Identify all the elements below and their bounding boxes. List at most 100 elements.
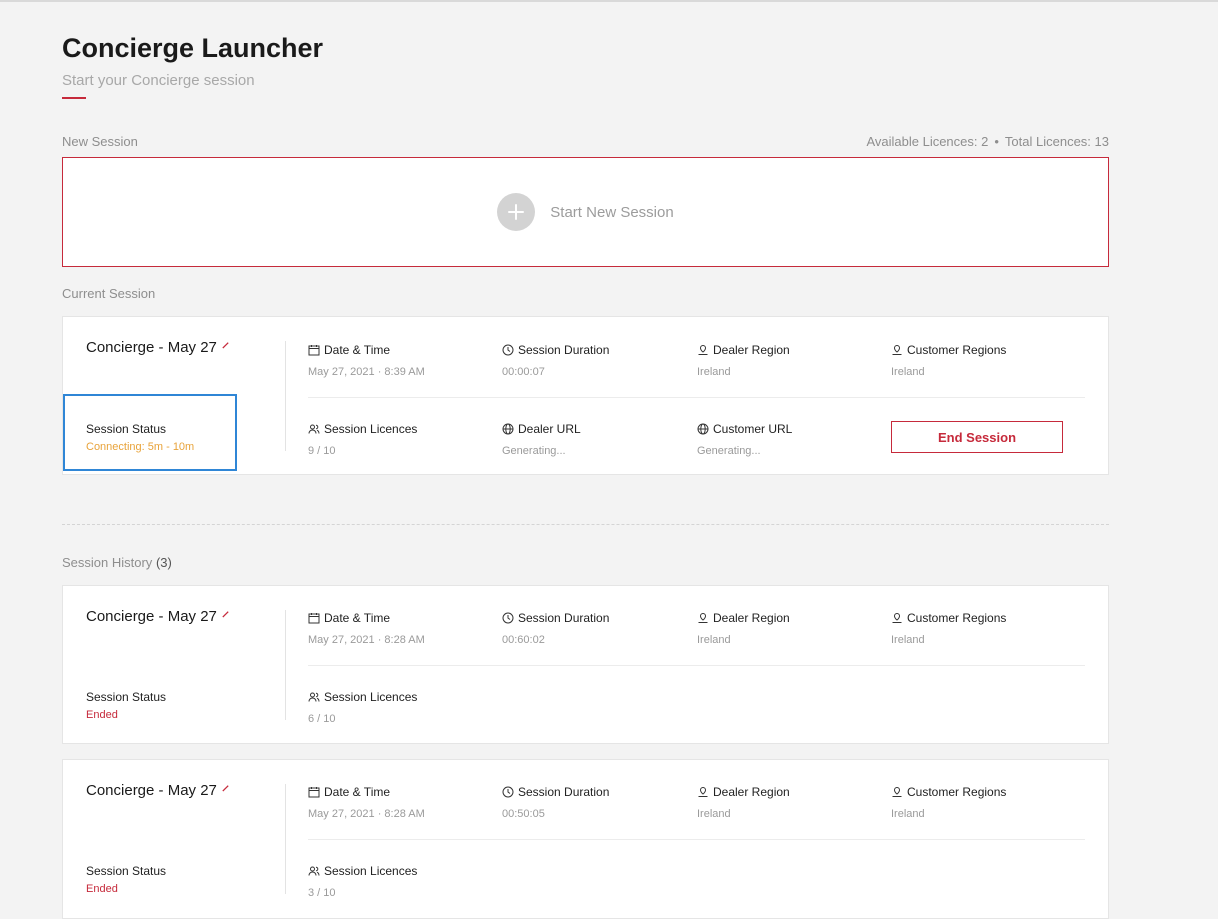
history-session-card: Concierge - May 27 Session Status Ended … xyxy=(62,759,1109,919)
field-date-time: Date & Time May 27, 2021 · 8:28 AM xyxy=(308,785,425,820)
clock-icon xyxy=(502,612,514,624)
licence-separator: • xyxy=(994,134,999,149)
section-separator xyxy=(62,524,1109,525)
dealer-region-value: Ireland xyxy=(697,366,731,378)
session-name-text: Concierge - May 27 xyxy=(86,782,217,799)
session-status: Session Status Ended xyxy=(86,690,166,721)
field-session-duration: Session Duration 00:60:02 xyxy=(502,611,609,646)
session-history-label: Session History (3) xyxy=(62,555,172,570)
customer-regions-value: Ireland xyxy=(891,634,925,646)
available-licences: Available Licences: 2 xyxy=(866,134,989,149)
date-time-value: May 27, 2021 · 8:39 AM xyxy=(308,366,425,378)
field-session-licences: Session Licences 6 / 10 xyxy=(308,690,417,725)
session-licences-label: Session Licences xyxy=(324,422,418,436)
field-session-duration: Session Duration 00:00:07 xyxy=(502,343,609,378)
card-vertical-divider xyxy=(285,784,286,894)
field-date-time: Date & Time May 27, 2021 · 8:39 AM xyxy=(308,343,425,378)
session-duration-label: Session Duration xyxy=(518,785,610,799)
customer-regions-label: Customer Regions xyxy=(907,611,1007,625)
page-subtitle: Start your Concierge session xyxy=(62,72,255,89)
session-status-label: Session Status xyxy=(86,690,167,704)
session-licences-value: 6 / 10 xyxy=(308,713,336,725)
session-status: Session Status Connecting: 5m - 10m xyxy=(86,422,194,453)
date-time-label: Date & Time xyxy=(324,785,391,799)
plus-icon xyxy=(497,193,536,231)
calendar-icon xyxy=(308,344,320,356)
session-status-value: Ended xyxy=(86,883,118,895)
date-time-value: May 27, 2021 · 8:28 AM xyxy=(308,634,425,646)
location-pin-icon xyxy=(697,612,709,624)
session-name: Concierge - May 27 xyxy=(86,339,230,356)
field-date-time: Date & Time May 27, 2021 · 8:28 AM xyxy=(308,611,425,646)
top-border xyxy=(0,0,1218,2)
globe-icon xyxy=(502,423,514,435)
session-name-text: Concierge - May 27 xyxy=(86,608,217,625)
row-divider xyxy=(308,839,1085,840)
field-session-licences: Session Licences 9 / 10 xyxy=(308,422,417,457)
customer-regions-value: Ireland xyxy=(891,366,925,378)
clock-icon xyxy=(502,786,514,798)
calendar-icon xyxy=(308,786,320,798)
dealer-region-label: Dealer Region xyxy=(713,785,790,799)
total-licences: Total Licences: 13 xyxy=(1004,134,1109,149)
new-session-label: New Session xyxy=(62,134,138,149)
field-customer-regions: Customer Regions Ireland xyxy=(891,343,1006,378)
session-history-title: Session History xyxy=(62,555,153,570)
end-session-button[interactable]: End Session xyxy=(891,421,1063,453)
field-dealer-region: Dealer Region Ireland xyxy=(697,785,790,820)
pencil-icon[interactable] xyxy=(221,605,230,622)
session-licences-label: Session Licences xyxy=(324,690,418,704)
customer-regions-label: Customer Regions xyxy=(907,785,1007,799)
dealer-url-value: Generating... xyxy=(502,445,566,457)
customer-url-value: Generating... xyxy=(697,445,761,457)
pencil-icon[interactable] xyxy=(221,336,230,353)
field-customer-url: Customer URL Generating... xyxy=(697,422,792,457)
location-pin-icon xyxy=(891,612,903,624)
field-session-licences: Session Licences 3 / 10 xyxy=(308,864,417,899)
session-duration-value: 00:50:05 xyxy=(502,808,545,820)
date-time-value: May 27, 2021 · 8:28 AM xyxy=(308,808,425,820)
globe-icon xyxy=(697,423,709,435)
dealer-region-label: Dealer Region xyxy=(713,343,790,357)
date-time-label: Date & Time xyxy=(324,343,391,357)
card-vertical-divider xyxy=(285,610,286,720)
session-name: Concierge - May 27 xyxy=(86,608,230,625)
pencil-icon[interactable] xyxy=(221,779,230,796)
field-session-duration: Session Duration 00:50:05 xyxy=(502,785,609,820)
session-duration-value: 00:00:07 xyxy=(502,366,545,378)
customer-regions-value: Ireland xyxy=(891,808,925,820)
field-dealer-region: Dealer Region Ireland xyxy=(697,611,790,646)
dealer-region-label: Dealer Region xyxy=(713,611,790,625)
location-pin-icon xyxy=(891,786,903,798)
date-time-label: Date & Time xyxy=(324,611,391,625)
dealer-url-label: Dealer URL xyxy=(518,422,581,436)
session-status: Session Status Ended xyxy=(86,864,166,895)
session-status-value: Connecting: 5m - 10m xyxy=(86,441,195,453)
location-pin-icon xyxy=(891,344,903,356)
clock-icon xyxy=(502,344,514,356)
page-title: Concierge Launcher xyxy=(62,33,324,63)
session-duration-label: Session Duration xyxy=(518,343,610,357)
start-new-session-label: Start New Session xyxy=(550,203,674,221)
session-name: Concierge - May 27 xyxy=(86,782,230,799)
calendar-icon xyxy=(308,612,320,624)
location-pin-icon xyxy=(697,786,709,798)
field-customer-regions: Customer Regions Ireland xyxy=(891,611,1006,646)
field-dealer-region: Dealer Region Ireland xyxy=(697,343,790,378)
session-status-label: Session Status xyxy=(86,864,167,878)
field-customer-regions: Customer Regions Ireland xyxy=(891,785,1006,820)
row-divider xyxy=(308,665,1085,666)
start-new-session-button[interactable]: Start New Session xyxy=(62,157,1109,267)
session-name-text: Concierge - May 27 xyxy=(86,339,217,356)
session-history-count: (3) xyxy=(155,555,172,570)
current-session-card: Concierge - May 27 Session Status Connec… xyxy=(62,316,1109,475)
licence-summary: Available Licences: 2 • Total Licences: 13 xyxy=(866,134,1109,149)
session-licences-value: 9 / 10 xyxy=(308,445,336,457)
session-licences-label: Session Licences xyxy=(324,864,418,878)
card-vertical-divider xyxy=(285,341,286,451)
session-status-value: Ended xyxy=(86,709,118,721)
location-pin-icon xyxy=(697,344,709,356)
current-session-label: Current Session xyxy=(62,286,156,301)
session-status-label: Session Status xyxy=(86,422,167,436)
customer-regions-label: Customer Regions xyxy=(907,343,1007,357)
